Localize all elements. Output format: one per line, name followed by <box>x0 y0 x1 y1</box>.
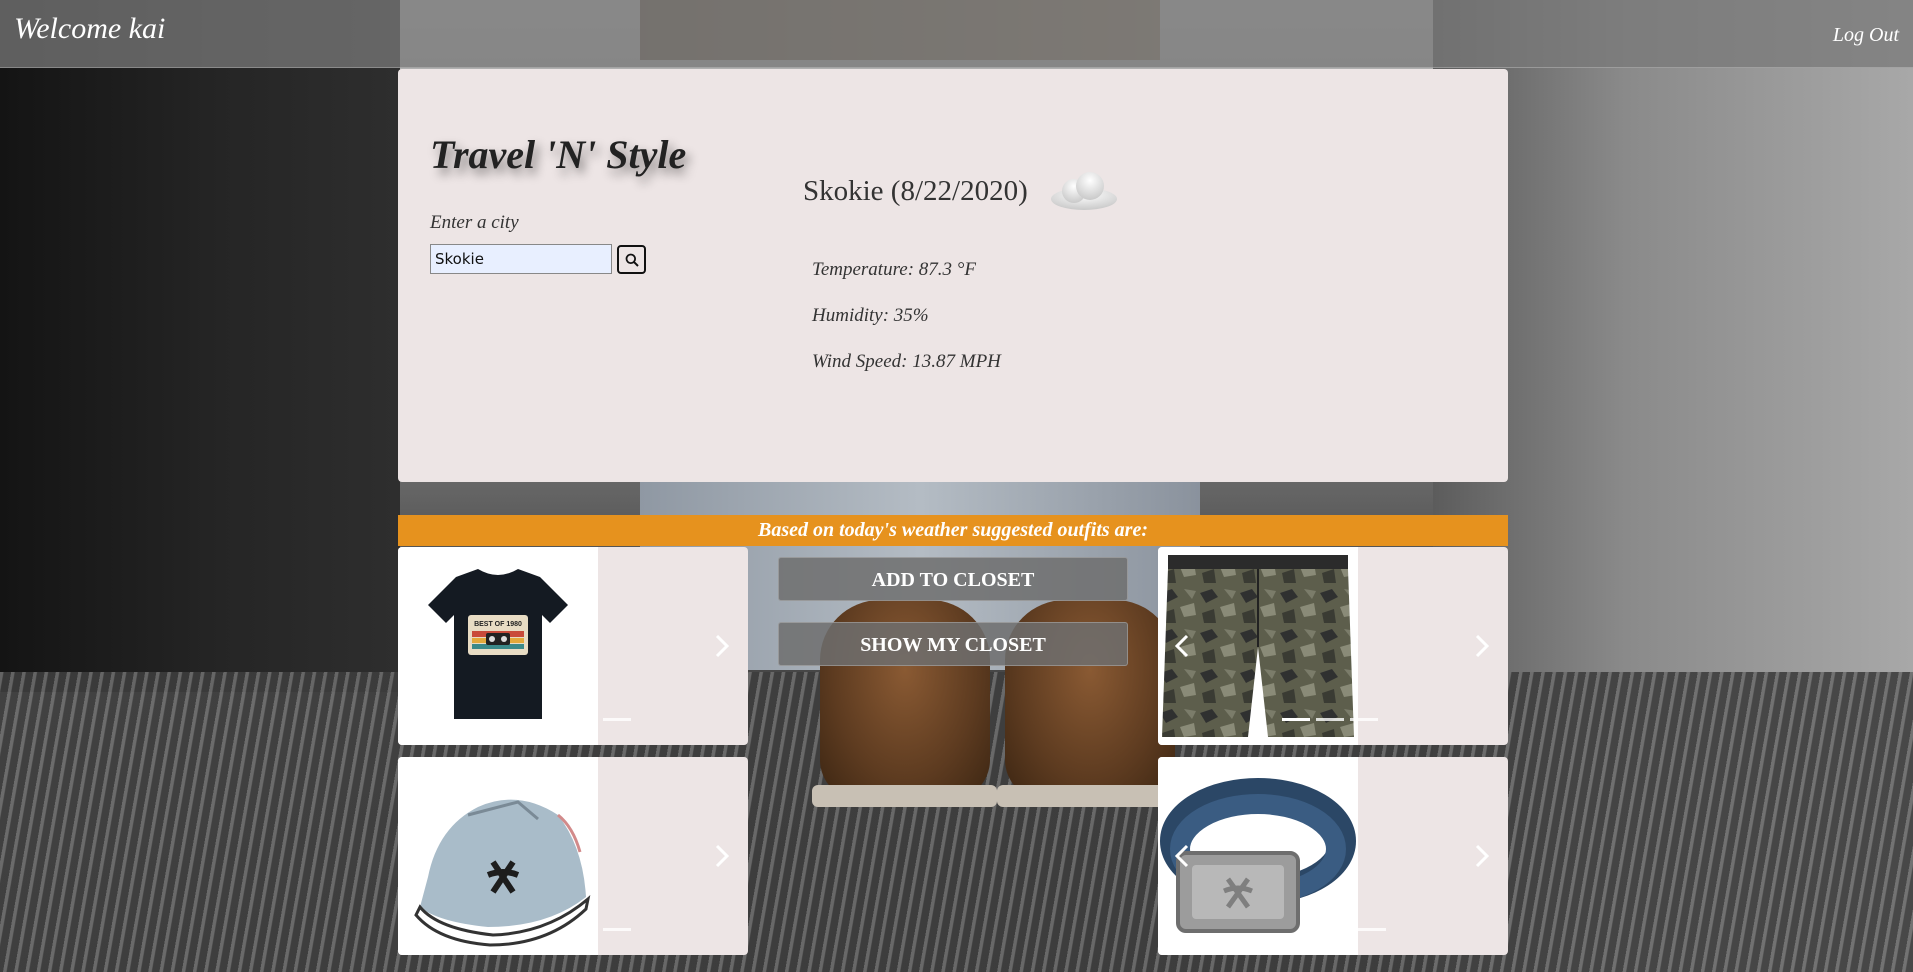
city-search-input[interactable] <box>430 244 612 274</box>
search-button[interactable] <box>617 245 646 274</box>
chevron-right-icon[interactable] <box>712 633 732 659</box>
suggestions-banner: Based on today's weather suggested outfi… <box>398 515 1508 546</box>
weather-panel: Travel 'N' Style Enter a city Skokie (8/… <box>398 69 1508 482</box>
city-input-label: Enter a city <box>430 212 519 233</box>
carousel-indicator[interactable] <box>1350 718 1378 721</box>
top-bar: Welcome kai Log Out <box>0 0 1913 68</box>
sneaker-image <box>398 757 598 955</box>
chevron-right-icon[interactable] <box>1472 843 1492 869</box>
humidity-readout: Humidity: 35% <box>812 305 929 326</box>
chevron-left-icon[interactable] <box>1172 633 1192 659</box>
wind-speed-readout: Wind Speed: 13.87 MPH <box>812 351 1001 372</box>
logout-link[interactable]: Log Out <box>1833 24 1899 47</box>
cloud-icon <box>1051 172 1117 210</box>
search-icon <box>625 253 639 267</box>
app-title: Travel 'N' Style <box>430 132 687 177</box>
outfit-carousel-top: BEST OF 1980 <box>398 547 748 745</box>
carousel-indicator[interactable] <box>1358 928 1386 931</box>
outfit-carousel-bottoms <box>1158 547 1508 745</box>
add-to-closet-button[interactable]: ADD TO CLOSET <box>778 557 1128 601</box>
carousel-indicator[interactable] <box>603 928 631 931</box>
carousel-indicator[interactable] <box>1316 718 1344 721</box>
carousel-indicator[interactable] <box>1282 718 1310 721</box>
outfit-carousel-shoes <box>398 757 748 955</box>
chevron-right-icon[interactable] <box>1472 633 1492 659</box>
show-my-closet-button[interactable]: SHOW MY CLOSET <box>778 622 1128 666</box>
outfit-carousel-accessories <box>1158 757 1508 955</box>
carousel-indicator[interactable] <box>603 718 631 721</box>
welcome-message: Welcome kai <box>14 12 166 45</box>
chevron-right-icon[interactable] <box>712 843 732 869</box>
t-shirt-image: BEST OF 1980 <box>398 547 598 745</box>
temperature-readout: Temperature: 87.3 °F <box>812 259 976 280</box>
chevron-left-icon[interactable] <box>1172 843 1192 869</box>
location-date: Skokie (8/22/2020) <box>803 175 1028 207</box>
t-shirt-print-text: BEST OF 1980 <box>474 621 522 628</box>
